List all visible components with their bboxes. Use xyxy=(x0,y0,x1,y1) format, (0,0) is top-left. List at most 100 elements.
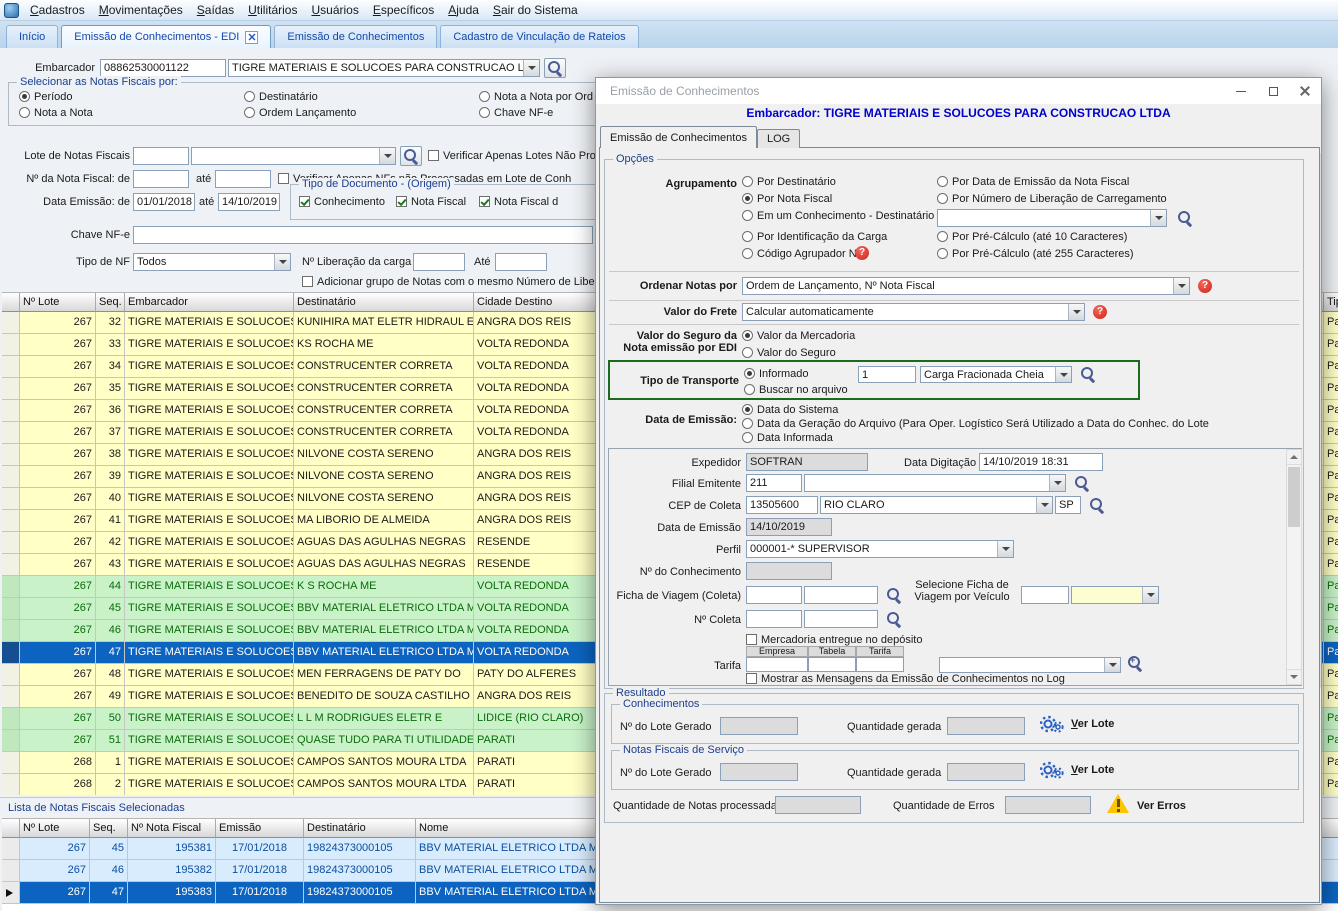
search-icon[interactable] xyxy=(1074,475,1091,492)
nf-ate-input[interactable] xyxy=(215,170,271,188)
ordenar-combo[interactable]: Ordem de Lançamento, Nº Nota Fiscal xyxy=(742,277,1190,295)
col-header-emissao[interactable]: Emissão xyxy=(216,819,304,838)
ficha-input-2[interactable] xyxy=(804,586,878,604)
radio-em-um-conhecimento[interactable]: Em um Conhecimento - Destinatário xyxy=(742,210,934,223)
tab-emissao-conhecimentos[interactable]: Emissão de Conhecimentos xyxy=(274,25,437,48)
tipo-transporte-input[interactable]: 1 xyxy=(858,366,916,383)
ver-lote-button[interactable]: Ver Lote xyxy=(1040,715,1114,733)
menu-saidas[interactable]: Saídas xyxy=(190,1,241,19)
menu-utilitarios[interactable]: Utilitários xyxy=(241,1,304,19)
check-lotes-nao-processados[interactable]: Verificar Apenas Lotes Não Pro xyxy=(428,150,596,163)
lote-search-button[interactable] xyxy=(400,146,422,166)
menu-sair-do-sistema[interactable]: Sair do Sistema xyxy=(486,1,585,19)
ficha-input-1[interactable] xyxy=(746,586,802,604)
radio-por-numero-liberacao[interactable]: Por Número de Liberação de Carregamento xyxy=(937,193,1167,206)
menu-cadastros[interactable]: Cadastros xyxy=(23,1,92,19)
coleta-input-1[interactable] xyxy=(746,610,802,628)
menu-movimentacoes[interactable]: Movimentações xyxy=(92,1,190,19)
filial-combo[interactable] xyxy=(804,474,1066,492)
embarcador-code-input[interactable]: 08862530001122 xyxy=(100,59,226,77)
tarifa-combo[interactable] xyxy=(939,657,1121,673)
col-header-lote[interactable]: Nº Lote xyxy=(20,293,96,312)
radio-por-data-emissao[interactable]: Por Data de Emissão da Nota Fiscal xyxy=(937,176,1129,189)
zoom-icon[interactable]: + xyxy=(1127,655,1144,672)
radio-por-identificacao-carga[interactable]: Por Identificação da Carga xyxy=(742,231,887,244)
lote-combo[interactable] xyxy=(191,147,396,165)
valor-frete-combo[interactable]: Calcular automaticamente xyxy=(742,303,1085,321)
radio-data-geracao[interactable]: Data da Geração do Arquivo (Para Oper. L… xyxy=(742,418,1209,431)
scroll-thumb[interactable] xyxy=(1288,467,1300,527)
col-header-seq[interactable]: Seq. xyxy=(90,819,128,838)
tab-cadastro-rateios[interactable]: Cadastro de Vinculação de Rateios xyxy=(440,25,638,48)
search-icon[interactable] xyxy=(1080,366,1097,383)
embarcador-combo[interactable]: TIGRE MATERIAIS E SOLUCOES PARA CONSTRUC… xyxy=(228,59,540,77)
minimize-button[interactable] xyxy=(1225,78,1257,104)
tipo-transporte-combo[interactable]: Carga Fracionada Cheia xyxy=(920,366,1072,383)
close-button[interactable] xyxy=(1289,78,1321,104)
radio-codigo-agrupador[interactable]: Código Agrupador NF xyxy=(742,248,863,261)
uf-input[interactable]: SP xyxy=(1055,496,1081,514)
data-ate-input[interactable]: 14/10/2019 xyxy=(218,193,280,211)
search-icon[interactable] xyxy=(1177,210,1194,227)
check-nota-fiscal[interactable]: Nota Fiscal xyxy=(396,196,466,209)
check-adicionar-grupo[interactable]: Adicionar grupo de Notas com o mesmo Núm… xyxy=(302,276,595,289)
coleta-input-2[interactable] xyxy=(804,610,878,628)
chave-nfe-input[interactable] xyxy=(133,226,593,244)
check-mostrar-mensagens-log[interactable]: Mostrar as Mensagens da Emissão de Conhe… xyxy=(746,673,1065,686)
help-icon[interactable]: ? xyxy=(1093,305,1107,319)
help-icon[interactable]: ? xyxy=(855,246,869,260)
radio-pre-calculo-10[interactable]: Por Pré-Cálculo (até 10 Caracteres) xyxy=(937,231,1127,244)
liberacao-ate-input[interactable] xyxy=(495,253,547,271)
ver-erros-button[interactable]: Ver Erros xyxy=(1137,800,1186,812)
tarifa-tabela-input[interactable] xyxy=(808,657,856,672)
col-header-lote[interactable]: Nº Lote xyxy=(20,819,90,838)
scroll-down-arrow[interactable] xyxy=(1287,669,1301,684)
tab-close-button[interactable] xyxy=(245,31,258,44)
search-icon[interactable] xyxy=(886,611,903,628)
radio-nota-a-nota[interactable]: Nota a Nota xyxy=(19,107,93,120)
tab-inicio[interactable]: Início xyxy=(6,25,58,48)
col-header-destinatario[interactable]: Destinatário xyxy=(304,819,416,838)
col-header-tipo[interactable]: Tip xyxy=(1324,293,1338,312)
col-header-destinatario[interactable]: Destinatário xyxy=(294,293,474,312)
lote-input[interactable] xyxy=(133,147,189,165)
radio-valor-mercadoria[interactable]: Valor da Mercadoria xyxy=(742,330,855,343)
radio-buscar-arquivo[interactable]: Buscar no arquivo xyxy=(744,384,848,397)
ficha-veiculo-combo[interactable] xyxy=(1071,586,1159,604)
tab-emissao[interactable]: Emissão de Conhecimentos xyxy=(600,126,757,148)
filial-input[interactable]: 211 xyxy=(746,474,802,492)
radio-destinatario[interactable]: Destinatário xyxy=(244,91,318,104)
radio-valor-seguro[interactable]: Valor do Seguro xyxy=(742,347,836,360)
check-conhecimento[interactable]: Conhecimento xyxy=(299,196,385,209)
tab-emissao-edi[interactable]: Emissão de Conhecimentos - EDI xyxy=(61,25,271,48)
search-icon[interactable] xyxy=(1089,497,1106,514)
embarcador-search-button[interactable] xyxy=(544,58,566,78)
tarifa-empresa-input[interactable] xyxy=(746,657,808,672)
cep-input[interactable]: 13505600 xyxy=(746,496,818,514)
radio-informado[interactable]: Informado xyxy=(744,368,809,381)
radio-por-destinatario[interactable]: Por Destinatário xyxy=(742,176,836,189)
menu-ajuda[interactable]: Ajuda xyxy=(441,1,486,19)
dialog-title-bar[interactable]: Emissão de Conhecimentos xyxy=(596,78,1321,104)
menu-usuarios[interactable]: Usuários xyxy=(304,1,365,19)
maximize-button[interactable] xyxy=(1257,78,1289,104)
tab-log[interactable]: LOG xyxy=(757,129,800,148)
help-icon[interactable]: ? xyxy=(1198,279,1212,293)
data-de-input[interactable]: 01/01/2018 xyxy=(133,193,195,211)
liberacao-de-input[interactable] xyxy=(413,253,465,271)
menu-especificos[interactable]: Específicos xyxy=(366,1,441,19)
col-header-embarcador[interactable]: Embarcador xyxy=(125,293,294,312)
col-header-nota-fiscal[interactable]: Nº Nota Fiscal xyxy=(128,819,216,838)
radio-nota-por-ordem[interactable]: Nota a Nota por Ord xyxy=(479,91,593,104)
fields-scrollbar[interactable] xyxy=(1286,449,1302,685)
liberacao-combo[interactable] xyxy=(937,209,1167,227)
ficha-veiculo-input[interactable] xyxy=(1021,586,1069,604)
radio-ordem-lancamento[interactable]: Ordem Lançamento xyxy=(244,107,356,120)
check-nota-fiscal-d[interactable]: Nota Fiscal d xyxy=(479,196,558,209)
radio-pre-calculo-255[interactable]: Por Pré-Cálculo (até 255 Caracteres) xyxy=(937,248,1134,261)
data-digitacao-input[interactable]: 14/10/2019 18:31 xyxy=(979,453,1103,471)
radio-por-nota-fiscal[interactable]: Por Nota Fiscal xyxy=(742,193,832,206)
tipo-nf-combo[interactable]: Todos xyxy=(133,253,291,271)
ver-lote-button[interactable]: Ver Lote xyxy=(1040,761,1114,779)
scroll-up-arrow[interactable] xyxy=(1287,450,1301,465)
